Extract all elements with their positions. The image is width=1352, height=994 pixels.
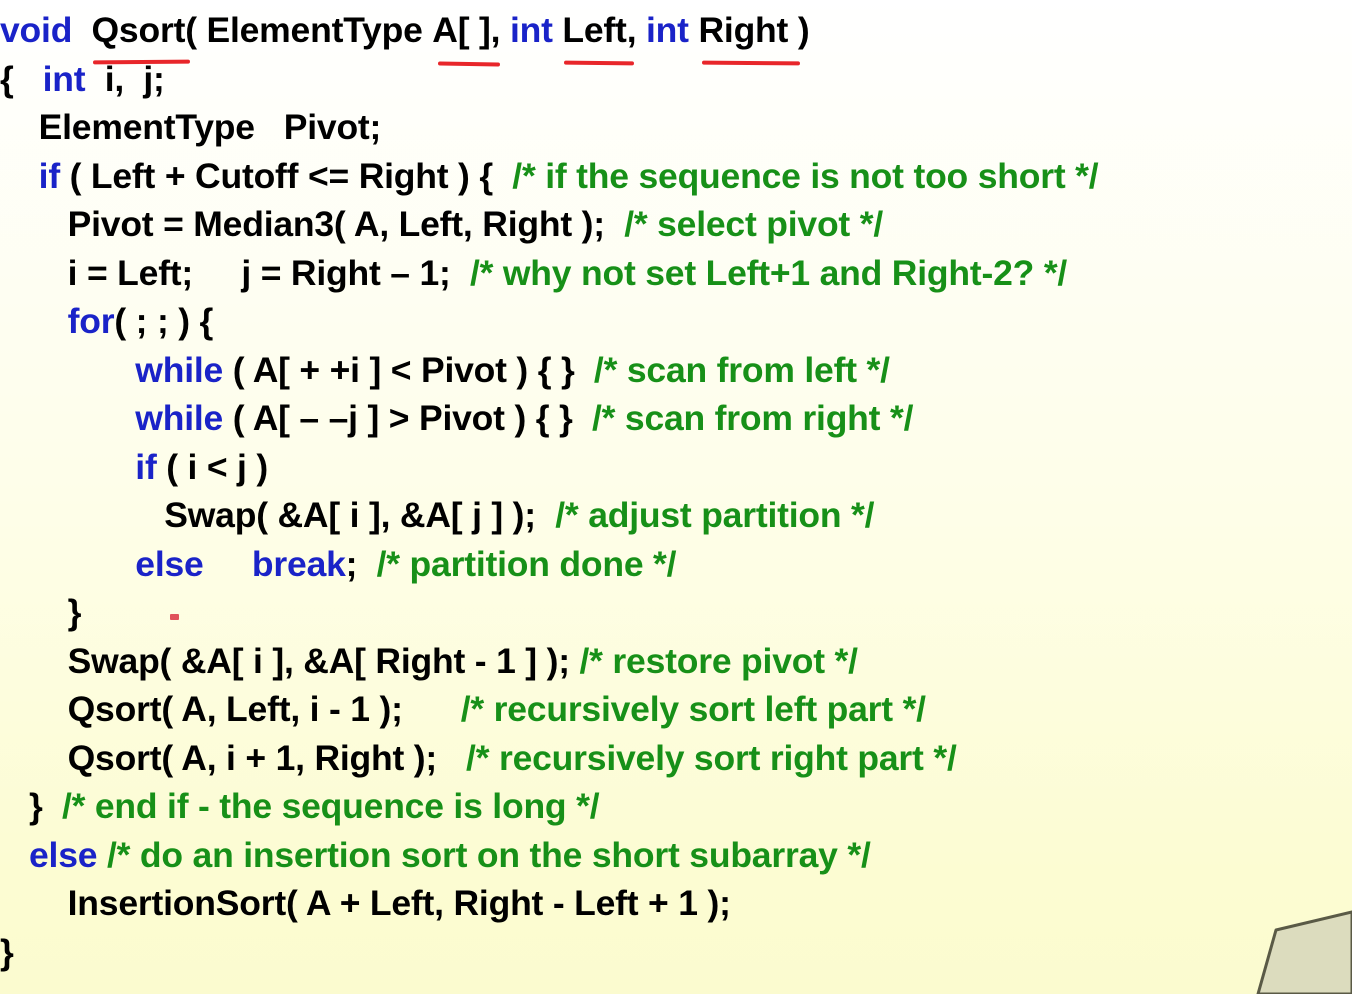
code-identifier: ( i < j ) — [156, 446, 269, 487]
code-keyword: int — [42, 58, 86, 99]
code-identifier: , — [490, 10, 510, 50]
code-comment: /* why not set Left+1 and Right-2? */ — [469, 252, 1068, 293]
code-line: Pivot = Median3( A, Left, Right ); /* se… — [0, 200, 1352, 249]
code-identifier: } — [0, 931, 14, 972]
code-line: ElementType Pivot; — [0, 103, 1352, 152]
code-identifier — [204, 544, 252, 584]
code-comment: /* partition done */ — [376, 543, 677, 584]
code-keyword: int — [646, 10, 689, 50]
code-identifier: ( ; ; ) { — [114, 301, 214, 341]
code-identifier: Pivot = Median3( A, Left, Right ); — [0, 204, 625, 244]
code-identifier: i, j; — [85, 58, 165, 99]
red-underline-4: Right — [698, 6, 788, 55]
code-comment: /* scan from left */ — [593, 349, 890, 390]
code-comment: /* recursively sort left part */ — [460, 689, 926, 729]
code-keyword: if — [38, 155, 60, 196]
code-line: if ( i < j ) — [0, 443, 1352, 492]
red-underline-2: A[ ] — [432, 6, 491, 55]
code-line: Qsort( A, Left, i - 1 ); /* recursively … — [0, 685, 1352, 734]
code-comment: /* do an insertion sort on the short sub… — [106, 834, 871, 875]
code-identifier: Qsort( A, Left, i - 1 ); — [0, 689, 461, 729]
code-comment: /* recursively sort right part */ — [466, 737, 957, 778]
code-identifier: ( A[ – –j ] > Pivot ) { } — [223, 398, 592, 438]
code-identifier — [0, 398, 135, 438]
code-line: void Qsort( ElementType A[ ], int Left, … — [0, 6, 1352, 55]
code-comment: /* end if - the sequence is long */ — [61, 786, 600, 826]
code-listing: void Qsort( ElementType A[ ], int Left, … — [0, 0, 1352, 976]
code-identifier — [72, 10, 91, 50]
code-keyword: while — [135, 398, 224, 438]
code-identifier: , — [626, 10, 647, 50]
code-identifier: InsertionSort( A + Left, Right - Left + … — [0, 883, 731, 923]
code-identifier: i = Left; j = Right – 1; — [0, 252, 470, 293]
code-identifier: Swap( &A[ i ], &A[ Right - 1 ] ); — [0, 640, 580, 681]
code-line: else /* do an insertion sort on the shor… — [0, 831, 1352, 880]
code-identifier — [0, 156, 39, 196]
code-identifier — [689, 10, 699, 50]
code-line: for( ; ; ) { — [0, 297, 1352, 346]
red-dot-annotation — [170, 614, 179, 620]
code-comment: /* if the sequence is not too short */ — [512, 155, 1099, 196]
code-line: InsertionSort( A + Left, Right - Left + … — [0, 879, 1352, 928]
code-identifier: } — [0, 786, 62, 826]
code-identifier: Qsort( A, i + 1, Right ); — [0, 737, 467, 778]
code-keyword: else — [135, 543, 204, 584]
code-identifier: ) — [788, 10, 810, 50]
code-identifier: Swap( &A[ i ], &A[ j ] ); — [0, 495, 556, 535]
code-identifier — [553, 10, 563, 50]
code-line: while ( A[ + +i ] < Pivot ) { } /* scan … — [0, 346, 1352, 395]
code-line: } — [0, 588, 1352, 637]
code-line: while ( A[ – –j ] > Pivot ) { } /* scan … — [0, 394, 1352, 443]
code-identifier: ElementType Pivot; — [0, 107, 382, 147]
code-comment: /* adjust partition */ — [555, 495, 875, 535]
code-comment: /* restore pivot */ — [579, 640, 858, 681]
red-underline-1: Qsort — [92, 6, 186, 55]
code-keyword: break — [251, 543, 346, 584]
code-keyword: else — [29, 834, 98, 875]
code-identifier — [97, 835, 107, 875]
code-keyword: while — [135, 349, 224, 390]
code-line: Swap( &A[ i ], &A[ j ] ); /* adjust part… — [0, 491, 1352, 540]
code-identifier — [0, 447, 135, 487]
code-line: } — [0, 928, 1352, 977]
code-line: } /* end if - the sequence is long */ — [0, 782, 1352, 831]
code-keyword: int — [509, 10, 553, 50]
code-comment: /* scan from right */ — [591, 398, 914, 438]
code-line: if ( Left + Cutoff <= Right ) { /* if th… — [0, 152, 1352, 201]
code-identifier: ( ElementType — [185, 10, 433, 50]
code-identifier — [0, 301, 68, 341]
code-keyword: if — [135, 446, 157, 487]
code-line: i = Left; j = Right – 1; /* why not set … — [0, 249, 1352, 298]
code-identifier: ; — [345, 543, 377, 584]
code-identifier: ( A[ + +i ] < Pivot ) { } — [223, 349, 594, 390]
code-identifier: } — [0, 592, 82, 632]
code-keyword: for — [67, 301, 115, 341]
code-line: Swap( &A[ i ], &A[ Right - 1 ] ); /* res… — [0, 637, 1352, 686]
code-comment: /* select pivot */ — [624, 204, 883, 244]
code-keyword: void — [0, 10, 73, 50]
code-line: else break; /* partition done */ — [0, 540, 1352, 589]
code-identifier — [0, 835, 29, 875]
code-line: { int i, j; — [0, 55, 1352, 104]
slide-canvas: void Qsort( ElementType A[ ], int Left, … — [0, 0, 1352, 994]
code-identifier — [0, 350, 135, 390]
red-underline-3: Left — [562, 6, 626, 55]
code-identifier — [0, 544, 135, 584]
code-identifier: ( Left + Cutoff <= Right ) { — [59, 155, 513, 196]
code-identifier: { — [0, 58, 43, 99]
code-line: Qsort( A, i + 1, Right ); /* recursively… — [0, 734, 1352, 783]
